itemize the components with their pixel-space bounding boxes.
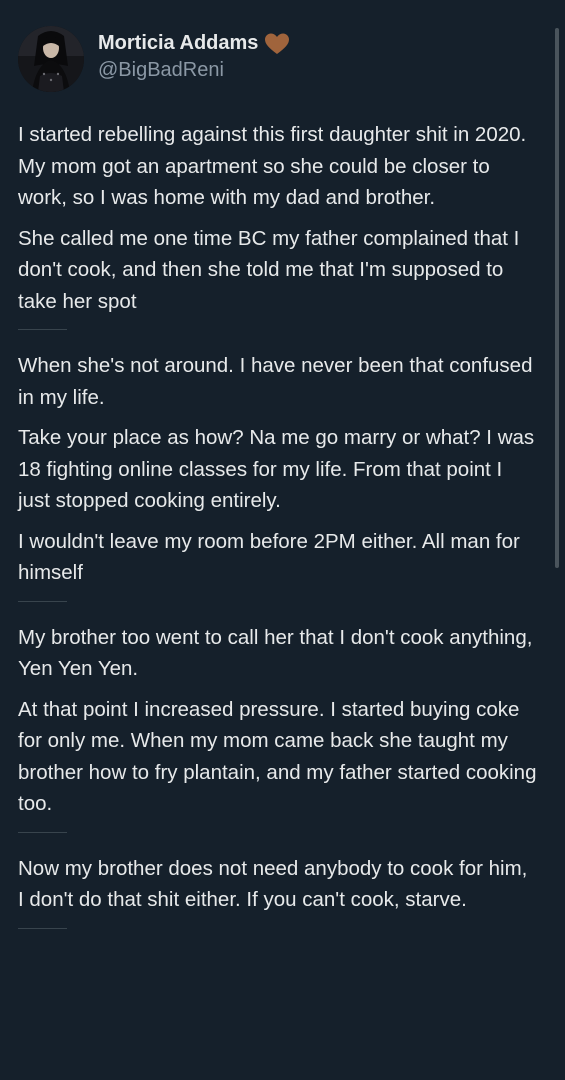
brown-heart-icon [264, 32, 290, 56]
tweet-text-paragraph: I started rebelling against this first d… [18, 123, 527, 209]
tweet-text-paragraph: My brother too went to call her that I d… [18, 625, 533, 681]
tweet-text-paragraph: When she's not around. I have never been… [18, 354, 533, 409]
tweet-text-paragraph: Take your place as how? Na me go marry o… [18, 426, 535, 512]
tweet-text-paragraph: I wouldn't leave my room before 2PM eith… [18, 529, 520, 585]
thread-body: I started rebelling against this first d… [18, 119, 538, 949]
author-names: Morticia Addams @BigBadReni [98, 31, 290, 82]
thread-separator [18, 329, 67, 330]
display-name[interactable]: Morticia Addams [98, 32, 258, 55]
tweet-text-paragraph: She called me one time BC my father comp… [18, 226, 520, 313]
tweet-text-paragraph: At that point I increased pressure. I st… [18, 697, 537, 816]
avatar[interactable] [18, 26, 84, 92]
scrollbar[interactable] [555, 28, 559, 568]
thread-separator [18, 600, 67, 602]
tweet-text-paragraph: Now my brother does not need anybody to … [18, 856, 528, 912]
user-handle[interactable]: @BigBadReni [98, 59, 290, 82]
thread-separator [18, 831, 67, 833]
display-name-row: Morticia Addams [98, 31, 290, 57]
thread-separator [18, 927, 67, 929]
tweet-header: Morticia Addams @BigBadReni [18, 26, 290, 92]
